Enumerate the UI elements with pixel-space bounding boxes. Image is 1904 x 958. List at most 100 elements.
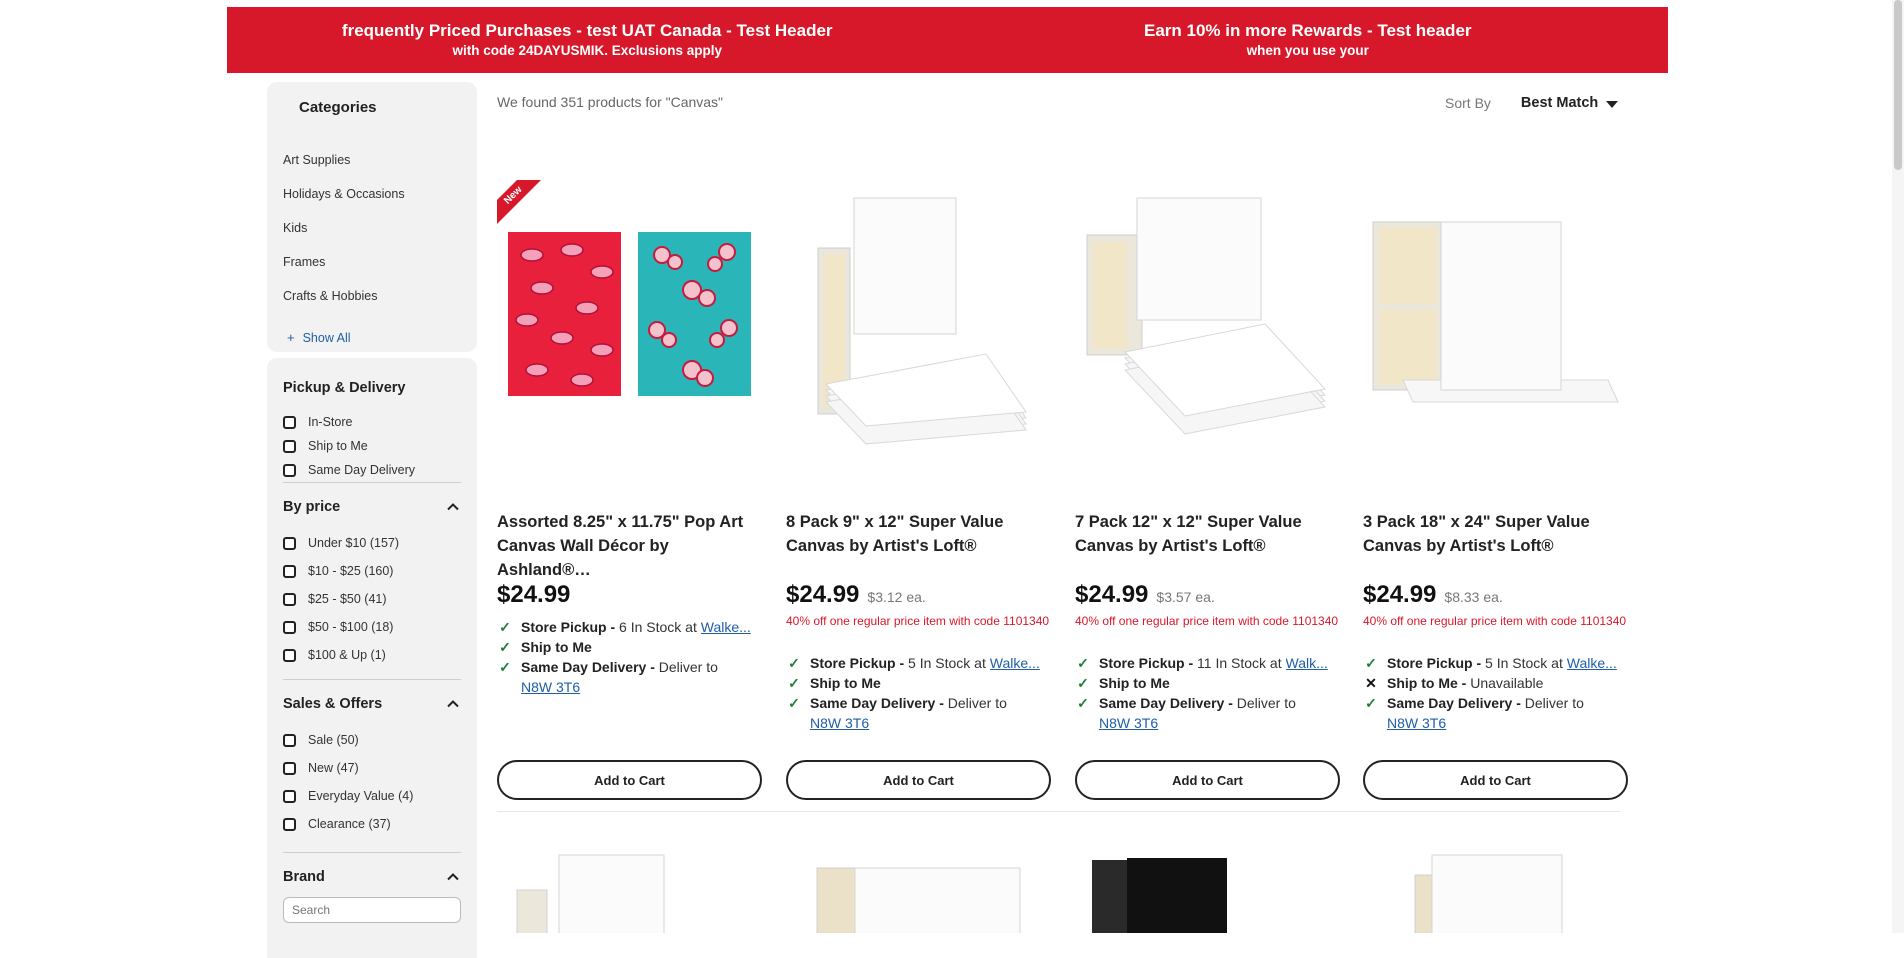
filter-option-price[interactable]: Under $10 (157) — [283, 529, 461, 557]
product-thumb[interactable] — [1414, 854, 1563, 933]
filter-option-price[interactable]: $100 & Up (1) — [283, 641, 461, 669]
postal-code-link[interactable]: N8W 3T6 — [521, 677, 772, 697]
promo-banner[interactable]: frequently Priced Purchases - test UAT C… — [227, 7, 1668, 73]
ship-label: Ship to Me — [810, 675, 881, 691]
filter-option-sale[interactable]: Sale (50) — [283, 726, 461, 754]
pickup-label: Store Pickup - — [1099, 655, 1194, 671]
sameday-label: Same Day Delivery - — [1099, 695, 1233, 711]
category-item[interactable]: Crafts & Hobbies — [283, 288, 405, 322]
checkbox[interactable] — [283, 817, 296, 831]
product-thumb[interactable] — [1092, 858, 1227, 933]
fulfillment-options: ✓ Store Pickup - 6 In Stock at Walke... ✓… — [497, 617, 772, 697]
checkbox[interactable] — [283, 733, 296, 747]
category-item[interactable]: Kids — [283, 220, 405, 254]
product-image[interactable] — [1075, 180, 1340, 455]
sort-select[interactable]: Best Match — [1521, 95, 1598, 111]
add-to-cart-button[interactable]: Add to Cart — [1363, 760, 1628, 800]
checkbox[interactable] — [283, 761, 296, 775]
add-to-cart-button[interactable]: Add to Cart — [1075, 760, 1340, 800]
product-image[interactable] — [1363, 180, 1628, 455]
add-to-cart-button[interactable]: Add to Cart — [497, 760, 762, 800]
product-name[interactable]: 3 Pack 18" x 24" Super Value Canvas by A… — [1363, 510, 1628, 558]
sort-control[interactable]: Sort By Best Match — [1445, 95, 1619, 111]
postal-code-link[interactable]: N8W 3T6 — [1099, 713, 1350, 733]
product-name[interactable]: Assorted 8.25" x 11.75" Pop Art Canvas W… — [497, 510, 762, 582]
add-to-cart-button[interactable]: Add to Cart — [786, 760, 1051, 800]
sameday-label: Same Day Delivery - — [1387, 695, 1521, 711]
store-link[interactable]: Walke... — [1567, 653, 1617, 673]
sameday-text: Deliver to — [1524, 695, 1584, 711]
price-row: $24.99 — [497, 581, 570, 609]
brand-search-input[interactable] — [283, 897, 461, 923]
store-link[interactable]: Walke... — [990, 653, 1040, 673]
checkbox[interactable] — [283, 564, 296, 578]
promo-left-title: frequently Priced Purchases - test UAT C… — [341, 21, 833, 40]
filter-heading-price[interactable]: By price — [283, 483, 461, 515]
stock-text: 5 In Stock at — [908, 655, 986, 671]
filter-heading-brand[interactable]: Brand — [283, 853, 461, 885]
checkbox[interactable] — [283, 620, 296, 634]
store-link[interactable]: Walk... — [1286, 653, 1328, 673]
product-image[interactable]: New — [497, 180, 762, 455]
category-item[interactable]: Art Supplies — [283, 152, 405, 186]
filter-title: Pickup & Delivery — [283, 380, 406, 396]
checkbox[interactable] — [283, 789, 296, 803]
filter-option-price[interactable]: $50 - $100 (18) — [283, 613, 461, 641]
category-item[interactable]: Frames — [283, 254, 405, 288]
next-row-product-images[interactable] — [497, 850, 1620, 933]
postal-code-link[interactable]: N8W 3T6 — [810, 713, 1061, 733]
product-thumb[interactable] — [816, 867, 1021, 933]
canvas-pack-image[interactable] — [1075, 180, 1340, 455]
check-icon: ✓ — [788, 675, 800, 691]
canvas-pack-image[interactable] — [786, 180, 1051, 455]
filter-option-new[interactable]: New (47) — [283, 754, 461, 782]
option-label: Ship to Me — [308, 439, 368, 453]
promo-right-subtitle: when you use your — [1246, 43, 1369, 58]
category-item[interactable]: Holidays & Occasions — [283, 186, 405, 220]
promo-text: 40% off one regular price item with code… — [1363, 614, 1627, 628]
chevron-up-icon[interactable] — [445, 869, 461, 885]
filter-option-same-day[interactable]: Same Day Delivery — [283, 458, 461, 482]
filter-option-clearance[interactable]: Clearance (37) — [283, 810, 461, 838]
filter-group-brand: Brand — [283, 853, 461, 923]
check-icon: ✓ — [499, 659, 511, 675]
chevron-up-icon[interactable] — [445, 696, 461, 712]
category-list: Art Supplies Holidays & Occasions Kids F… — [283, 152, 405, 322]
checkbox[interactable] — [283, 536, 296, 550]
product-price: $24.99 — [1075, 581, 1149, 608]
unit-price: $3.12 ea. — [867, 589, 926, 605]
show-all-link[interactable]: + Show All — [287, 330, 351, 345]
page-scrollbar[interactable] — [1892, 0, 1904, 933]
postal-code-link[interactable]: N8W 3T6 — [1387, 713, 1638, 733]
scrollbar-thumb[interactable] — [1894, 0, 1902, 170]
product-price: $24.99 — [1363, 581, 1437, 608]
filter-heading-sales[interactable]: Sales & Offers — [283, 680, 461, 712]
store-link[interactable]: Walke... — [701, 617, 751, 637]
filter-option-price[interactable]: $25 - $50 (41) — [283, 585, 461, 613]
checkbox[interactable] — [283, 463, 296, 477]
product-thumb[interactable] — [516, 854, 665, 933]
checkbox[interactable] — [283, 439, 296, 453]
checkbox[interactable] — [283, 592, 296, 606]
plus-icon: + — [287, 330, 295, 345]
product-image[interactable] — [786, 180, 1051, 455]
caret-down-icon[interactable] — [1606, 100, 1619, 108]
filter-option-ship-to-me[interactable]: Ship to Me — [283, 434, 461, 458]
filter-option-everyday-value[interactable]: Everyday Value (4) — [283, 782, 461, 810]
product-name[interactable]: 8 Pack 9" x 12" Super Value Canvas by Ar… — [786, 510, 1051, 558]
ship-to-me-line: ✓ Ship to Me — [786, 673, 1061, 693]
checkbox[interactable] — [283, 648, 296, 662]
check-icon: ✓ — [499, 639, 511, 655]
filter-option-price[interactable]: $10 - $25 (160) — [283, 557, 461, 585]
ship-label: Ship to Me - — [1387, 675, 1467, 691]
promo-left[interactable]: frequently Priced Purchases - test UAT C… — [227, 7, 948, 73]
product-name[interactable]: 7 Pack 12" x 12" Super Value Canvas by A… — [1075, 510, 1340, 558]
checkbox[interactable] — [283, 415, 296, 429]
chevron-up-icon[interactable] — [445, 499, 461, 515]
same-day-line: ✓ Same Day Delivery - Deliver to — [497, 657, 772, 677]
canvas-pack-image[interactable] — [1363, 180, 1628, 455]
product-price: $24.99 — [497, 581, 571, 608]
filter-option-in-store[interactable]: In-Store — [283, 410, 461, 434]
x-icon: ✕ — [1365, 675, 1377, 691]
promo-right[interactable]: Earn 10% in more Rewards - Test header w… — [948, 7, 1669, 73]
